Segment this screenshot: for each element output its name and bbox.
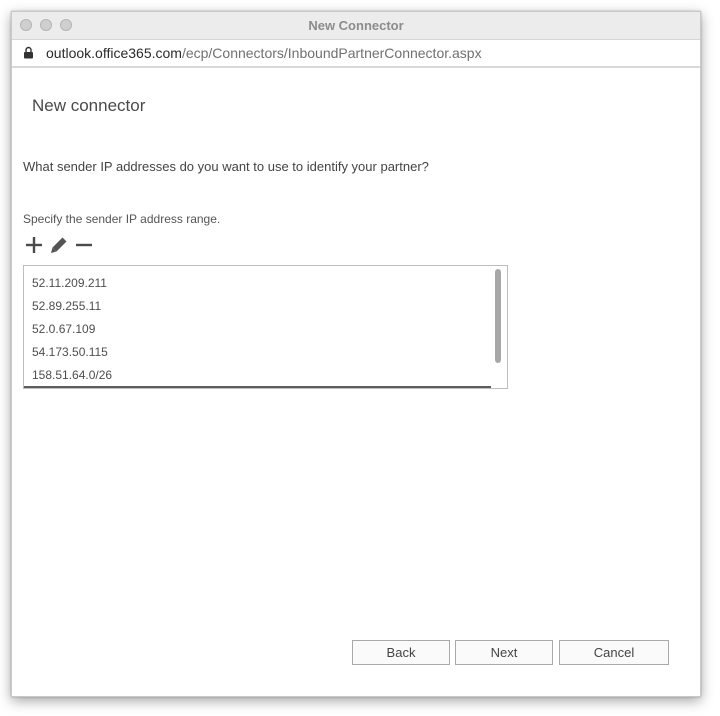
browser-window: New Connector outlook.office365.com/ecp/… <box>11 11 701 697</box>
url-text[interactable]: outlook.office365.com/ecp/Connectors/Inb… <box>46 45 482 61</box>
url-path: /ecp/Connectors/InboundPartnerConnector.… <box>181 45 482 61</box>
pencil-icon[interactable] <box>50 236 70 254</box>
ip-list-item[interactable]: 52.89.255.11 <box>32 299 101 313</box>
ip-list-item[interactable]: 52.0.67.109 <box>32 322 95 336</box>
plus-icon[interactable] <box>25 236 45 254</box>
instruction-text: Specify the sender IP address range. <box>23 212 221 226</box>
title-bar: New Connector <box>12 12 700 40</box>
lock-icon <box>23 46 34 64</box>
list-scrollbar[interactable] <box>491 266 507 388</box>
page-title: New connector <box>32 96 146 115</box>
next-button[interactable]: Next <box>455 640 553 665</box>
ip-address-list[interactable]: 52.11.209.211 52.89.255.11 52.0.67.109 5… <box>23 265 508 389</box>
question-text: What sender IP addresses do you want to … <box>23 159 429 174</box>
list-bottom-border <box>24 386 492 388</box>
url-host: outlook.office365.com <box>46 45 182 61</box>
ip-list-item[interactable]: 54.173.50.115 <box>32 345 108 359</box>
minus-icon[interactable] <box>75 236 95 254</box>
cancel-button[interactable]: Cancel <box>559 640 669 665</box>
ip-list-item[interactable]: 52.11.209.211 <box>32 276 107 290</box>
scrollbar-thumb[interactable] <box>495 269 501 363</box>
address-bar[interactable]: outlook.office365.com/ecp/Connectors/Inb… <box>12 40 700 68</box>
back-button[interactable]: Back <box>352 640 450 665</box>
dialog-content: New connector What sender IP addresses d… <box>12 68 700 696</box>
ip-list-item[interactable]: 158.51.64.0/26 <box>32 368 112 382</box>
ip-address-items: 52.11.209.211 52.89.255.11 52.0.67.109 5… <box>24 266 491 386</box>
window-title: New Connector <box>308 18 404 33</box>
